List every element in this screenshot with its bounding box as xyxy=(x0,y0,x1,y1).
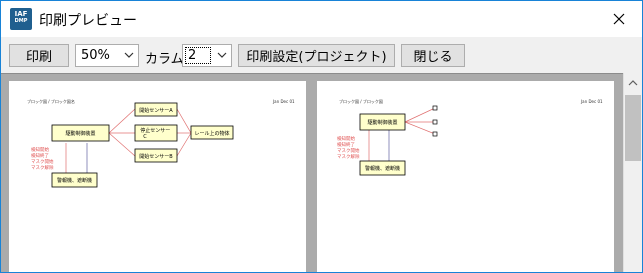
column-label: カラム xyxy=(145,52,184,67)
block-diagram-page-1: ブロック図 / ブロック図名 Jan Dec 01 駆動制御装置 開始センサーA… xyxy=(27,98,295,188)
connector-port xyxy=(432,131,438,137)
signal-labels: 検知開始 検知終了 マスク開始 マスク解除 xyxy=(337,135,360,160)
page1-header-right: Jan Dec 01 xyxy=(272,99,295,104)
scroll-thumb[interactable] xyxy=(625,95,641,161)
window-title: 印刷プレビュー xyxy=(39,13,137,29)
signal-label: 検知終了 xyxy=(31,152,49,159)
scroll-up-button[interactable] xyxy=(624,73,642,91)
chevron-down-icon xyxy=(217,52,227,58)
close-window-button[interactable] xyxy=(596,1,642,37)
vertical-scrollbar[interactable] xyxy=(623,73,642,272)
connector-lines xyxy=(65,108,192,177)
column-select[interactable]: 2 xyxy=(182,44,232,67)
close-button[interactable]: 閉じる xyxy=(401,44,465,67)
signal-label: マスク解除 xyxy=(31,164,54,171)
page2-header-right: Jan Dec 01 xyxy=(580,99,603,104)
connector-port xyxy=(432,119,438,125)
node-sensor-b-label: 開始センサーB xyxy=(139,153,173,160)
chevron-down-icon xyxy=(124,52,134,58)
node-sensor-a-label: 開始センサーA xyxy=(139,107,173,114)
zoom-select[interactable]: 50% xyxy=(75,44,139,67)
signal-label: マスク開始 xyxy=(337,147,360,154)
preview-page-1: ブロック図 / ブロック図名 Jan Dec 01 駆動制御装置 開始センサーA… xyxy=(9,81,306,272)
stop-sensor-line-1: 停止センサー xyxy=(140,127,170,134)
app-icon-subtext: DMP xyxy=(14,18,28,24)
close-icon xyxy=(613,13,625,25)
app-icon: IAF DMP xyxy=(10,8,32,30)
print-settings-button[interactable]: 印刷設定(プロジェクト) xyxy=(238,44,395,67)
page2-header-left: ブロック図 / ブロック図 xyxy=(339,98,383,104)
page1-header-left: ブロック図 / ブロック図名 xyxy=(27,98,75,104)
print-preview-window: IAF DMP 印刷プレビュー 印刷 50% カラム 2 印刷設定(プロジェクト… xyxy=(0,0,643,273)
signal-label: マスク開始 xyxy=(31,158,54,165)
node-alarm-label: 警報機、遮断機 xyxy=(365,165,400,172)
connector-port xyxy=(432,105,438,111)
signal-label: 検知開始 xyxy=(31,146,49,153)
title-bar: IAF DMP 印刷プレビュー xyxy=(1,1,642,37)
zoom-value: 50% xyxy=(81,48,110,63)
toolbar: 印刷 50% カラム 2 印刷設定(プロジェクト) 閉じる xyxy=(1,37,642,73)
block-diagram-page-2: ブロック図 / ブロック図 Jan Dec 01 駆動制御装置 警報機、遮断機 xyxy=(337,98,603,176)
signal-label: 検知終了 xyxy=(337,141,355,148)
app-icon-text: IAF xyxy=(14,10,28,18)
node-center-label: 駆動制御装置 xyxy=(65,130,95,137)
signal-labels: 検知開始 検知終了 マスク開始 マスク解除 xyxy=(31,146,54,171)
column-value: 2 xyxy=(188,48,197,63)
preview-area[interactable]: ブロック図 / ブロック図名 Jan Dec 01 駆動制御装置 開始センサーA… xyxy=(1,73,642,272)
signal-label: マスク解除 xyxy=(337,153,360,160)
node-rail-label: レール上の物体 xyxy=(194,130,229,137)
signal-label: 検知開始 xyxy=(337,135,355,142)
preview-page-2: ブロック図 / ブロック図 Jan Dec 01 駆動制御装置 警報機、遮断機 xyxy=(317,81,614,272)
scroll-up-icon xyxy=(628,79,638,85)
print-button[interactable]: 印刷 xyxy=(9,44,69,67)
node-alarm-label: 警報機、遮断機 xyxy=(57,177,92,184)
node-center-label: 駆動制御装置 xyxy=(367,119,397,126)
stop-sensor-line-2: C xyxy=(143,134,147,140)
